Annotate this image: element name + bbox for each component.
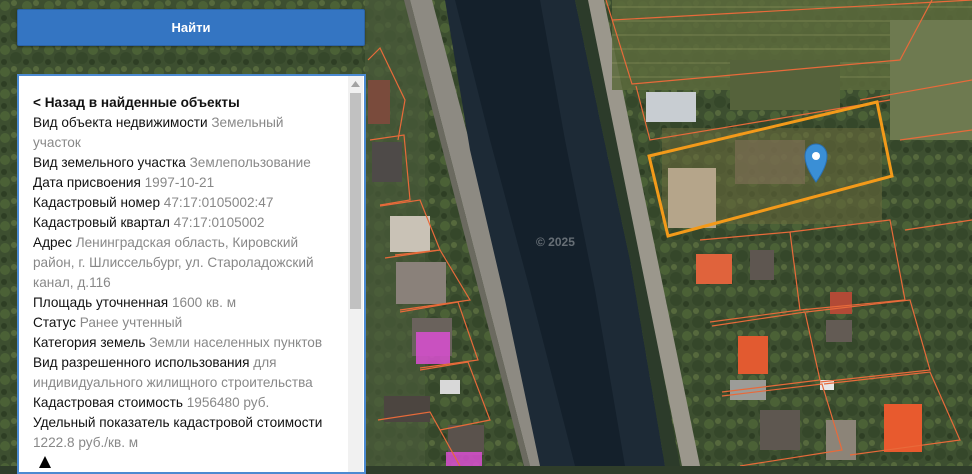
detail-label: Дата присвоения — [33, 175, 145, 190]
details-list: < Назад в найденные объекты Вид объекта … — [33, 93, 333, 453]
detail-label: Кадастровая стоимость — [33, 395, 187, 410]
collapse-triangle-icon[interactable] — [39, 456, 51, 468]
detail-label: Адрес — [33, 235, 76, 250]
detail-row: Кадастровая стоимость 1956480 руб. — [33, 393, 333, 413]
detail-label: Вид разрешенного использования — [33, 355, 254, 370]
panel-scrollbar[interactable] — [348, 76, 363, 472]
detail-label: Кадастровый квартал — [33, 215, 174, 230]
detail-row: Вид разрешенного использования для индив… — [33, 353, 333, 393]
detail-label: Удельный показатель кадастровой стоимост… — [33, 415, 323, 430]
back-to-results-link[interactable]: < Назад в найденные объекты — [33, 93, 333, 113]
detail-row: Площадь уточненная 1600 кв. м — [33, 293, 333, 313]
highlighted-building — [416, 332, 450, 364]
detail-label: Категория земель — [33, 335, 150, 350]
detail-row: Кадастровый номер 47:17:0105002:47 — [33, 193, 333, 213]
detail-value: 47:17:0105002:47 — [163, 195, 274, 210]
detail-label: Площадь уточненная — [33, 295, 172, 310]
detail-label: Кадастровый номер — [33, 195, 164, 210]
detail-row: Удельный показатель кадастровой стоимост… — [33, 413, 333, 453]
detail-label: Статус — [33, 315, 80, 330]
detail-row: Адрес Ленинградская область, Кировский р… — [33, 233, 333, 293]
detail-row: Кадастровый квартал 47:17:0105002 — [33, 213, 333, 233]
detail-value: 47:17:0105002 — [173, 215, 265, 230]
detail-value: Землепользование — [189, 155, 311, 170]
search-button[interactable]: Найти — [17, 9, 365, 46]
scroll-up-arrow-icon[interactable] — [348, 76, 363, 92]
detail-label: Вид земельного участка — [33, 155, 190, 170]
scrollbar-thumb[interactable] — [350, 93, 361, 309]
detail-row: Статус Ранее учтенный — [33, 313, 333, 333]
detail-value: 1997-10-21 — [144, 175, 215, 190]
detail-row: Вид объекта недвижимости Земельный участ… — [33, 113, 333, 153]
detail-value: Ранее учтенный — [79, 315, 183, 330]
object-details-panel: < Назад в найденные объекты Вид объекта … — [17, 74, 366, 474]
detail-value: Ленинградская область, Кировский район, … — [33, 235, 314, 290]
detail-value: 1222.8 руб./кв. м — [33, 435, 139, 450]
detail-value: Земли населенных пунктов — [149, 335, 323, 350]
detail-value: 1956480 руб. — [186, 395, 270, 410]
map-watermark: © 2025 — [536, 235, 575, 249]
detail-row: Вид земельного участка Землепользование — [33, 153, 333, 173]
detail-value: 1600 кв. м — [171, 295, 237, 310]
detail-label: Вид объекта недвижимости — [33, 115, 212, 130]
detail-row: Дата присвоения 1997-10-21 — [33, 173, 333, 193]
detail-row: Категория земель Земли населенных пункто… — [33, 333, 333, 353]
